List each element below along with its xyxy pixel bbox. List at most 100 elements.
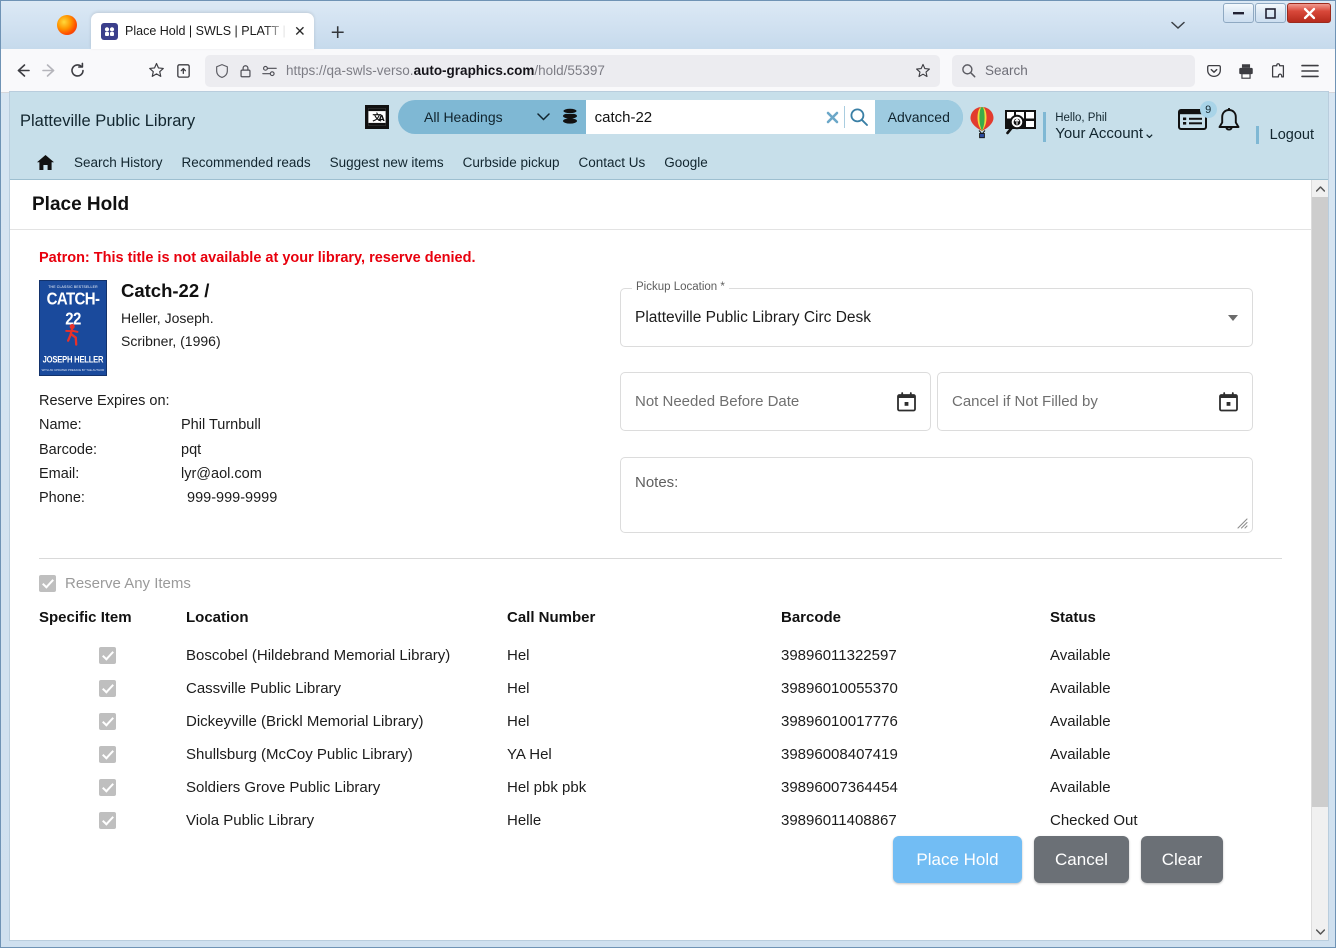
app-menu-icon[interactable] [1295,56,1325,86]
cell-location: Cassville Public Library [186,680,342,697]
your-account-menu[interactable]: Your Account⌄ [1055,125,1155,142]
reserve-expires-row: Reserve Expires on: [39,389,599,413]
cell-barcode: 39896010055370 [781,680,898,697]
shield-icon [214,63,230,79]
browser-tab[interactable]: Place Hold | SWLS | PLATT | Aut ✕ [91,13,314,49]
hot-air-balloon-icon[interactable] [969,106,995,140]
reserve-any-items-row[interactable]: Reserve Any Items [10,559,1311,592]
pickup-location-select[interactable]: Pickup Location * Platteville Public Lib… [620,281,1253,347]
bib-details: Catch-22 / Heller, Joseph. Scribner, (19… [121,280,221,376]
reserve-any-items-checkbox[interactable] [39,575,56,592]
bib-author: Heller, Joseph. [121,310,214,326]
logout-block[interactable]: Logout [1255,126,1314,144]
database-icon[interactable] [562,107,578,127]
library-name: Platteville Public Library [20,111,196,130]
translate-icon[interactable]: 文 A [365,105,389,129]
nav-link-google[interactable]: Google [664,155,708,170]
specific-item-checkbox[interactable] [99,680,116,697]
header-status: Status [1050,609,1096,626]
my-list-icon[interactable]: 9 [1177,101,1217,132]
row-checkbox-cell[interactable] [39,771,186,804]
close-window-button[interactable] [1287,3,1331,23]
clear-search-icon[interactable] [825,110,840,125]
url-bar[interactable]: https://qa-swls-verso.auto-graphics.com/… [205,54,941,87]
scroll-down-button[interactable] [1312,923,1328,940]
bookmark-star-icon[interactable] [145,56,168,86]
place-hold-button[interactable]: Place Hold [893,836,1022,883]
cell-call-number: Hel pbk pbk [507,779,587,796]
row-checkbox-cell[interactable] [39,639,186,672]
browser-search-bar[interactable]: Search [952,54,1196,87]
nav-link-curbside-pickup[interactable]: Curbside pickup [463,155,560,170]
extensions-icon[interactable] [1263,56,1293,86]
advanced-search-button[interactable]: Advanced [874,100,963,134]
account-block[interactable]: Hello, Phil Your Account⌄ [1043,112,1156,143]
table-row[interactable]: Soldiers Grove Public Library Hel pbk pb… [39,771,1311,804]
browser-search-input[interactable]: Search [985,63,1028,78]
table-row[interactable]: Shullsburg (McCoy Public Library) YA Hel… [39,738,1311,771]
not-needed-before-date-input[interactable]: Not Needed Before Date [620,372,931,431]
search-submit-icon[interactable] [849,107,869,127]
minimize-button[interactable] [1223,3,1254,23]
page-scrollbar[interactable] [1311,180,1328,940]
permissions-icon[interactable] [261,64,278,78]
search-query-field[interactable]: catch-22 [585,100,875,134]
nav-link-recommended-reads[interactable]: Recommended reads [182,155,311,170]
calendar-icon[interactable] [897,391,916,412]
print-icon[interactable] [1231,56,1261,86]
forward-button[interactable] [38,56,61,86]
table-row[interactable]: Boscobel (Hildebrand Memorial Library) H… [39,639,1311,672]
specific-item-checkbox[interactable] [99,779,116,796]
catalog-search-icon[interactable] [1004,108,1037,136]
chevron-down-icon [536,113,550,121]
calendar-icon[interactable] [1219,391,1238,412]
nav-link-search-history[interactable]: Search History [74,155,163,170]
home-icon[interactable] [36,154,55,171]
tab-list-chevron-icon[interactable] [1171,21,1185,30]
maximize-button[interactable] [1255,3,1286,23]
reserve-any-items-label: Reserve Any Items [65,575,191,592]
specific-item-checkbox[interactable] [99,647,116,664]
cancel-if-not-filled-date-input[interactable]: Cancel if Not Filled by [937,372,1253,431]
bib-title: Catch-22 / [121,280,210,301]
table-row[interactable]: Cassville Public Library Hel 39896010055… [39,672,1311,705]
resize-grip-icon[interactable] [1235,516,1248,529]
cancel-button[interactable]: Cancel [1034,836,1129,883]
table-header-row: Specific Item Location Call Number Barco… [39,609,1311,639]
scrollbar-thumb[interactable] [1312,197,1328,807]
table-row[interactable]: Viola Public Library Helle 3989601140886… [39,804,1311,837]
specific-item-checkbox[interactable] [99,746,116,763]
table-row[interactable]: Dickeyville (Brickl Memorial Library) He… [39,705,1311,738]
cancel-if-not-filled-placeholder: Cancel if Not Filled by [952,393,1098,410]
patron-email-row: Email: lyr@aol.com [39,462,599,486]
clear-button[interactable]: Clear [1141,836,1223,883]
row-checkbox-cell[interactable] [39,804,186,837]
tab-close-icon[interactable]: ✕ [294,24,306,38]
scrollbar-track[interactable] [1312,197,1328,923]
chevron-down-icon[interactable] [1228,314,1238,321]
nav-link-suggest-new-items[interactable]: Suggest new items [330,155,444,170]
url-bookmark-star-icon[interactable] [915,63,931,79]
back-button[interactable] [11,56,34,86]
logout-link[interactable]: Logout [1270,127,1314,143]
pocket-save-icon[interactable] [1199,56,1229,86]
specific-item-checkbox[interactable] [99,812,116,829]
specific-item-checkbox[interactable] [99,713,116,730]
save-to-pocket-icon[interactable] [172,56,195,86]
row-checkbox-cell[interactable] [39,705,186,738]
row-checkbox-cell[interactable] [39,738,186,771]
nav-link-contact-us[interactable]: Contact Us [578,155,645,170]
new-tab-button[interactable]: + [330,23,346,42]
notes-textarea[interactable]: Notes: [620,457,1253,533]
cell-barcode: 39896011322597 [781,647,897,664]
application-nav: Search History Recommended reads Suggest… [10,150,1328,180]
reload-button[interactable] [65,56,88,86]
search-query-input[interactable]: catch-22 [595,109,821,126]
cell-barcode: 39896011408867 [781,812,897,829]
scroll-up-button[interactable] [1312,180,1328,197]
headings-dropdown[interactable]: All Headings [402,109,562,125]
bell-icon[interactable] [1216,108,1242,135]
browser-window: Place Hold | SWLS | PLATT | Aut ✕ + [0,0,1336,948]
notification-badge: 9 [1199,101,1217,118]
row-checkbox-cell[interactable] [39,672,186,705]
